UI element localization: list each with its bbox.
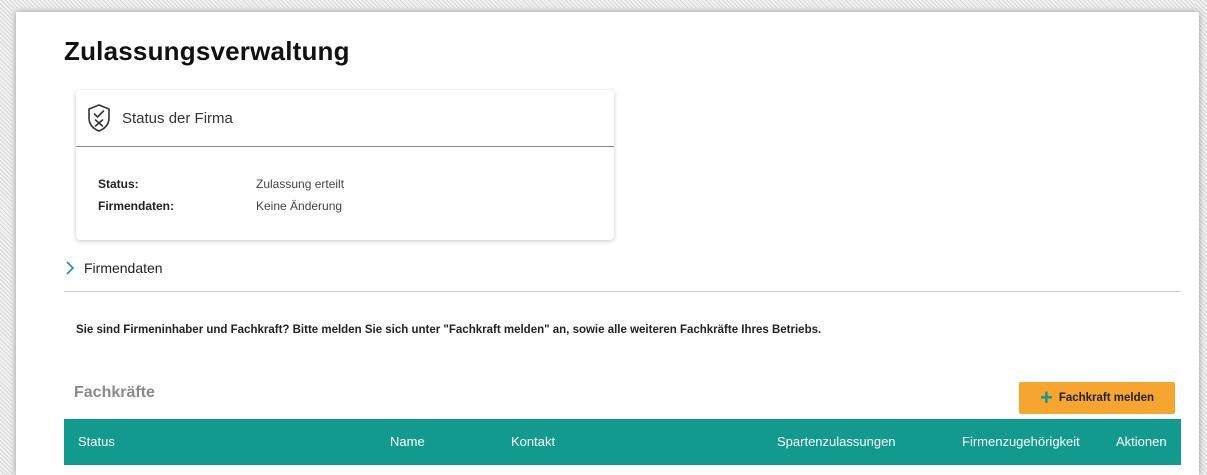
status-card: Status der Firma Status: Zulassung ertei… [76, 90, 614, 240]
info-notice: Sie sind Firmeninhaber und Fachkraft? Bi… [76, 324, 822, 336]
column-header-status[interactable]: Status [78, 434, 115, 449]
background-hatch-top [0, 0, 1207, 8]
chevron-right-icon [64, 261, 76, 275]
column-header-spartenzulassungen[interactable]: Spartenzulassungen [777, 434, 896, 449]
section-divider [64, 291, 1181, 292]
firmendaten-label: Firmendaten: [98, 199, 175, 213]
plus-icon: + [1039, 385, 1053, 410]
fachkraft-melden-button[interactable]: + Fachkraft melden [1019, 382, 1175, 414]
fachkraefte-title: Fachkräfte [74, 384, 155, 401]
status-row: Status: Zulassung erteilt [98, 173, 614, 195]
column-header-kontakt[interactable]: Kontakt [511, 434, 555, 449]
status-value: Zulassung erteilt [256, 177, 345, 191]
status-label: Status: [98, 177, 139, 191]
status-card-body: Status: Zulassung erteilt Firmendaten: K… [76, 147, 614, 217]
fachkraft-melden-label: Fachkraft melden [1058, 392, 1155, 404]
status-card-title: Status der Firma [122, 109, 233, 127]
fachkraefte-table-header: Status Name Kontakt Spartenzulassungen F… [64, 419, 1181, 465]
column-header-name[interactable]: Name [390, 434, 425, 449]
firmendaten-expander-label: Firmendaten [84, 260, 163, 276]
firmendaten-expander[interactable]: Firmendaten [64, 260, 163, 276]
status-card-header: Status der Firma [76, 90, 614, 147]
firmendaten-value: Keine Änderung [256, 199, 343, 213]
column-header-aktionen: Aktionen [1116, 434, 1167, 449]
page-title: Zulassungsverwaltung [64, 36, 350, 66]
shield-check-cross-icon [86, 103, 112, 133]
column-header-firmenzugehoerigkeit[interactable]: Firmenzugehörigkeit [962, 434, 1080, 449]
page-container: Zulassungsverwaltung Status der Firma St… [16, 12, 1199, 475]
background-hatch-left [0, 0, 12, 475]
firmendaten-row: Firmendaten: Keine Änderung [98, 195, 614, 217]
